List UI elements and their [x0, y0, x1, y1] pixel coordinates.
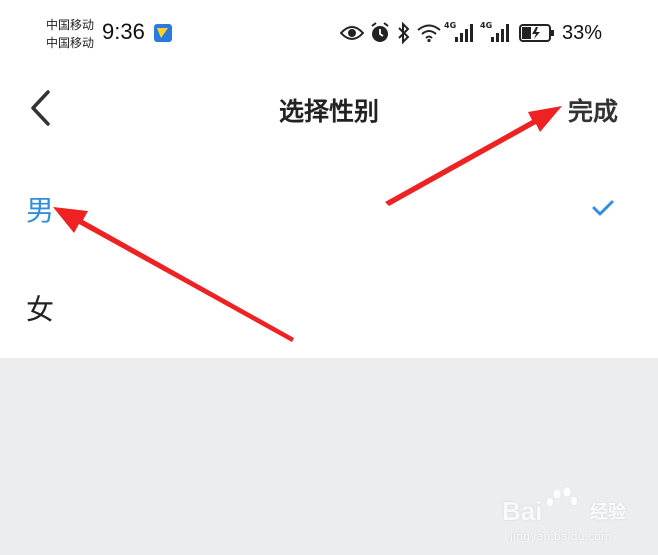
- option-label-male: 男: [26, 194, 55, 227]
- watermark-url: jingyan.baidu.com: [510, 530, 612, 543]
- clock: 9:36: [102, 19, 145, 44]
- signal-icon: [455, 24, 473, 42]
- signal-icon: [491, 24, 509, 42]
- bluetooth-icon: [398, 22, 410, 44]
- battery-icon: [519, 24, 554, 42]
- option-label-female: 女: [26, 293, 55, 326]
- navigation-bar: 选择性别 完成: [0, 70, 658, 142]
- carrier-1: 中国移动: [46, 18, 95, 32]
- app-notification-icon: [154, 24, 172, 42]
- carrier-labels: 中国移动 中国移动: [46, 16, 94, 52]
- watermark-brand: Bai: [502, 496, 543, 526]
- done-button[interactable]: 完成: [568, 92, 618, 128]
- wifi-icon: [417, 24, 441, 42]
- battery-percent: 33%: [562, 22, 603, 44]
- gender-option-male[interactable]: 男: [0, 163, 658, 253]
- alarm-icon: [371, 22, 389, 42]
- carrier-2: 中国移动: [46, 36, 95, 50]
- checkmark-icon: [592, 200, 614, 216]
- status-bar: 中国移动 中国移动 9:36 4G 4G 33%: [0, 0, 658, 70]
- gender-option-female[interactable]: 女: [0, 262, 658, 352]
- eye-icon: [340, 26, 364, 40]
- page-title: 选择性别: [278, 97, 379, 126]
- watermark-sub: 经验: [590, 502, 626, 523]
